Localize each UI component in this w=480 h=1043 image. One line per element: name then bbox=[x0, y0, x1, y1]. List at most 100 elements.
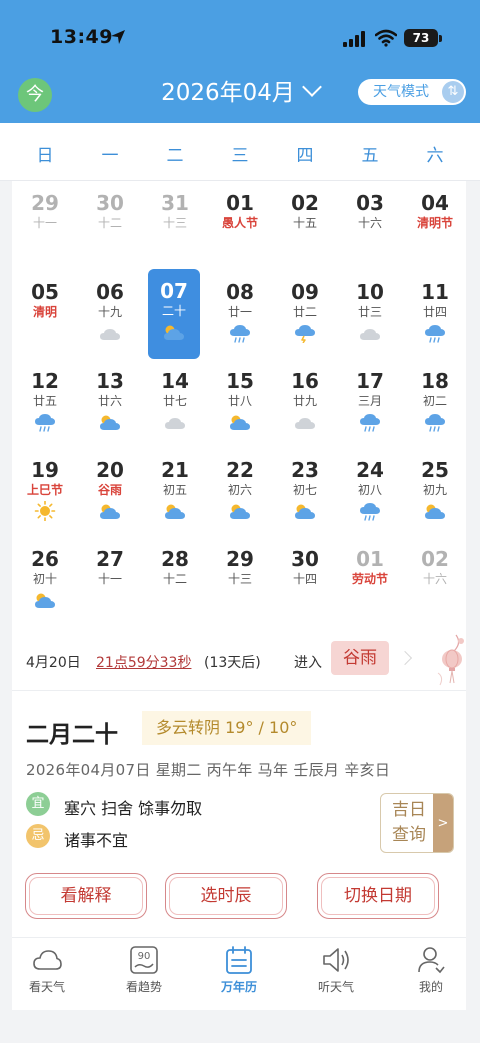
lunar-day-label: 二十 bbox=[161, 304, 186, 318]
calendar-day[interactable]: 21 初五 bbox=[145, 448, 205, 538]
cloudy-icon bbox=[360, 329, 380, 340]
lunar-day-label: 初七 bbox=[292, 483, 317, 497]
day-number: 01 bbox=[356, 547, 384, 571]
day-number: 29 bbox=[31, 191, 59, 215]
yi-badge: 宜 bbox=[26, 792, 50, 816]
calendar-day[interactable]: 04 清明节 bbox=[405, 181, 465, 271]
calendar-day[interactable]: 16 廿九 bbox=[275, 359, 335, 449]
calendar-day[interactable]: 06 十九 bbox=[80, 270, 140, 360]
calendar-day[interactable]: 02 十五 bbox=[275, 181, 335, 271]
lunar-day-label: 三月 bbox=[357, 394, 382, 408]
calendar-day[interactable]: 03 十六 bbox=[340, 181, 400, 271]
calendar-day[interactable]: 10 廿三 bbox=[340, 270, 400, 360]
calendar-day[interactable]: 20 谷雨 bbox=[80, 448, 140, 538]
solar-term-row[interactable]: 4月20日 21点59分33秒 (13天后) 进入 谷雨 bbox=[12, 631, 466, 691]
calendar-day[interactable]: 09 廿二 bbox=[275, 270, 335, 360]
calendar-day[interactable]: 26 初十 bbox=[15, 537, 75, 627]
cloudy-icon bbox=[295, 418, 315, 429]
calendar-day[interactable]: 28 十二 bbox=[145, 537, 205, 627]
rain-icon bbox=[360, 503, 380, 521]
lunar-day-label: 廿四 bbox=[422, 305, 447, 319]
calendar-day[interactable]: 19 上巳节 bbox=[15, 448, 75, 538]
lunar-day-label: 廿九 bbox=[292, 394, 317, 408]
calendar-day[interactable]: 11 廿四 bbox=[405, 270, 465, 360]
status-time: 13:49 bbox=[50, 26, 113, 48]
lunar-date: 二月二十 bbox=[26, 722, 118, 748]
lunar-day-label: 十一 bbox=[97, 572, 122, 586]
explain-button[interactable]: 看解释 bbox=[25, 873, 147, 919]
calendar-day[interactable]: 13 廿六 bbox=[80, 359, 140, 449]
lunar-day-label: 清明 bbox=[32, 305, 57, 319]
rain-icon bbox=[425, 325, 445, 343]
calendar-day[interactable]: 08 廿一 bbox=[210, 270, 270, 360]
tab-calendar[interactable]: 万年历 bbox=[204, 938, 274, 1011]
tab-trend[interactable]: 90 看趋势 bbox=[109, 938, 179, 1011]
weather-mode-button[interactable]: 天气模式 ⇅ bbox=[358, 79, 466, 105]
switch-date-button[interactable]: 切换日期 bbox=[317, 873, 439, 919]
calendar-day[interactable]: 02 十六 bbox=[405, 537, 465, 627]
calendar-day[interactable]: 12 廿五 bbox=[15, 359, 75, 449]
calendar-day-selected[interactable]: 07 二十 bbox=[148, 269, 200, 359]
lunar-day-label: 初十 bbox=[32, 572, 57, 586]
thunderstorm-icon bbox=[295, 325, 315, 343]
weather-icon bbox=[33, 950, 62, 970]
bottom-tab-bar: 看天气 90 看趋势 万年历 听天气 我的 bbox=[12, 937, 466, 1010]
day-number: 10 bbox=[356, 280, 384, 304]
calendar-day[interactable]: 22 初六 bbox=[210, 448, 270, 538]
select-hour-button[interactable]: 选时辰 bbox=[165, 873, 287, 919]
day-number: 12 bbox=[31, 369, 59, 393]
tab-profile[interactable]: 我的 bbox=[396, 938, 466, 1011]
lunar-day-label: 十三 bbox=[227, 572, 252, 586]
tab-weather[interactable]: 看天气 bbox=[12, 938, 82, 1011]
rain-icon bbox=[425, 414, 445, 432]
day-number: 02 bbox=[291, 191, 319, 215]
day-number: 29 bbox=[226, 547, 254, 571]
calendar-day[interactable]: 18 初二 bbox=[405, 359, 465, 449]
lunar-day-label: 十二 bbox=[97, 216, 122, 230]
lantern-decoration-icon bbox=[437, 634, 464, 686]
rain-icon bbox=[360, 414, 380, 432]
trend-icon: 90 bbox=[130, 946, 158, 974]
calendar-day[interactable]: 29 十三 bbox=[210, 537, 270, 627]
calendar-day[interactable]: 30 十二 bbox=[80, 181, 140, 271]
tab-listen[interactable]: 听天气 bbox=[301, 938, 371, 1011]
day-number: 04 bbox=[421, 191, 449, 215]
day-detail-panel: 4月20日 21点59分33秒 (13天后) 进入 谷雨 二月二十 多云转阴 1… bbox=[12, 631, 466, 937]
full-date-text: 2026年04月07日 星期二 丙午年 马年 壬辰月 辛亥日 bbox=[26, 761, 391, 779]
calendar-day[interactable]: 27 十一 bbox=[80, 537, 140, 627]
day-number: 27 bbox=[96, 547, 124, 571]
lunar-day-label: 十九 bbox=[97, 305, 122, 319]
day-number: 05 bbox=[31, 280, 59, 304]
cloudy-icon bbox=[165, 418, 185, 429]
tab-label: 万年历 bbox=[220, 980, 257, 994]
calendar-day[interactable]: 31 十三 bbox=[145, 181, 205, 271]
day-number: 18 bbox=[421, 369, 449, 393]
day-number: 21 bbox=[161, 458, 189, 482]
profile-icon bbox=[418, 947, 445, 974]
lunar-day-label: 愚人节 bbox=[221, 216, 258, 230]
day-number: 03 bbox=[356, 191, 384, 215]
calendar-day[interactable]: 15 廿八 bbox=[210, 359, 270, 449]
calendar-day[interactable]: 14 廿七 bbox=[145, 359, 205, 449]
calendar-day[interactable]: 17 三月 bbox=[340, 359, 400, 449]
day-number: 24 bbox=[356, 458, 384, 482]
auspicious-day-query-button[interactable]: 吉日查询 > bbox=[380, 793, 454, 853]
calendar-day[interactable]: 23 初七 bbox=[275, 448, 335, 538]
partly-cloudy-icon bbox=[295, 504, 315, 519]
lunar-day-label: 初九 bbox=[422, 483, 447, 497]
calendar-day[interactable]: 25 初九 bbox=[405, 448, 465, 538]
day-number: 19 bbox=[31, 458, 59, 482]
home-indicator-area bbox=[0, 1010, 480, 1043]
partly-cloudy-icon bbox=[230, 415, 250, 430]
calendar-day[interactable]: 30 十四 bbox=[275, 537, 335, 627]
wifi-icon bbox=[375, 29, 397, 47]
calendar-day[interactable]: 05 清明 bbox=[15, 270, 75, 360]
lunar-day-label: 廿八 bbox=[227, 394, 252, 408]
calendar-day[interactable]: 01 劳动节 bbox=[340, 537, 400, 627]
battery-icon: 73 bbox=[404, 29, 438, 47]
calendar-day[interactable]: 24 初八 bbox=[340, 448, 400, 538]
calendar-day[interactable]: 29 十一 bbox=[15, 181, 75, 271]
calendar-day[interactable]: 01 愚人节 bbox=[210, 181, 270, 271]
day-number: 30 bbox=[291, 547, 319, 571]
day-number: 30 bbox=[96, 191, 124, 215]
